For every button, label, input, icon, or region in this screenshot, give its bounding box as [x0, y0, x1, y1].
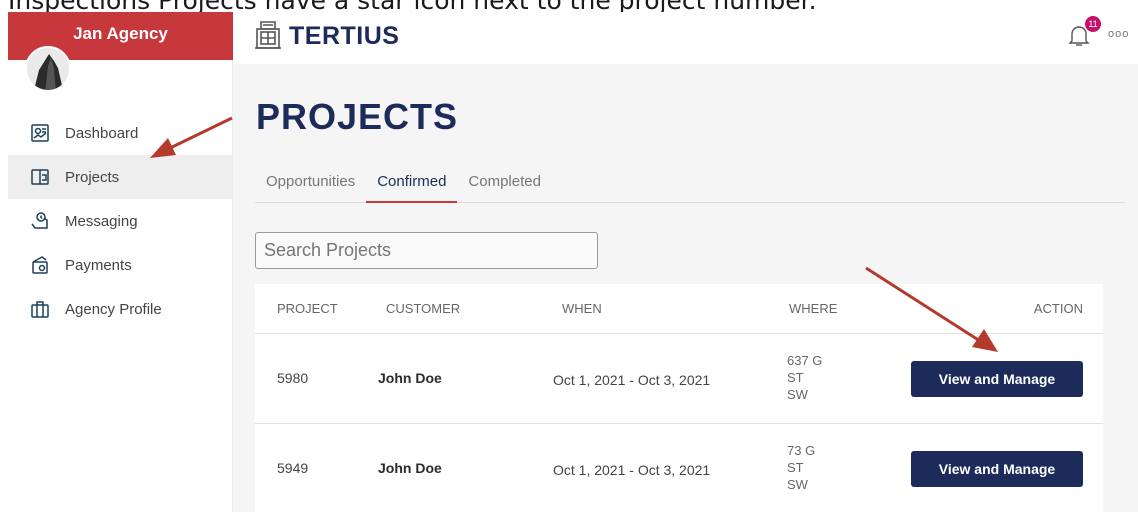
more-options-button[interactable]: ooo — [1108, 28, 1129, 40]
page-title: PROJECTS — [256, 96, 459, 137]
location-line: SW — [787, 477, 808, 492]
messaging-icon — [30, 211, 50, 231]
sidebar-item-payments[interactable]: Payments — [8, 243, 233, 287]
column-header-customer: CUSTOMER — [386, 301, 461, 316]
sidebar-item-label: Messaging — [65, 212, 138, 230]
location-line: 637 G — [787, 353, 823, 368]
location-line: ST — [787, 370, 804, 385]
sidebar-nav: Dashboard Projects Messaging Payments Ag… — [8, 111, 233, 331]
sidebar-item-agency-profile[interactable]: Agency Profile — [8, 287, 233, 331]
location-line: SW — [787, 387, 808, 402]
notification-badge: 11 — [1085, 16, 1101, 32]
sidebar-item-label: Agency Profile — [65, 300, 162, 318]
sidebar-item-label: Dashboard — [65, 124, 139, 142]
tab-completed[interactable]: Completed — [457, 167, 552, 203]
sidebar-item-dashboard[interactable]: Dashboard — [8, 111, 233, 155]
column-header-project: PROJECT — [277, 301, 338, 316]
table-header: PROJECT CUSTOMER WHEN WHERE ACTION — [255, 284, 1103, 334]
project-location: 637 G ST SW — [787, 352, 822, 403]
project-dates: Oct 1, 2021 - Oct 3, 2021 — [553, 372, 711, 388]
sidebar: Jan Agency Dashboard Projects Messaging … — [8, 12, 233, 512]
customer-name: John Doe — [378, 460, 442, 476]
column-header-where: WHERE — [789, 301, 838, 316]
view-and-manage-button[interactable]: View and Manage — [911, 451, 1083, 487]
logo-text: TERTIUS — [289, 21, 400, 50]
top-bar: TERTIUS 11 ooo — [233, 12, 1138, 64]
location-line: ST — [787, 460, 804, 475]
project-number: 5949 — [277, 460, 309, 476]
tab-opportunities[interactable]: Opportunities — [255, 167, 366, 203]
sidebar-item-projects[interactable]: Projects — [8, 155, 233, 199]
location-line: 73 G — [787, 443, 816, 458]
payments-icon — [30, 255, 50, 275]
table-row: 5980 John Doe Oct 1, 2021 - Oct 3, 2021 … — [255, 334, 1103, 424]
building-icon — [255, 21, 281, 49]
agency-name: Jan Agency — [73, 24, 168, 43]
project-number: 5980 — [277, 370, 309, 386]
main-content: PROJECTS Opportunities Confirmed Complet… — [233, 64, 1138, 512]
logo[interactable]: TERTIUS — [253, 20, 399, 52]
dashboard-icon — [30, 123, 50, 143]
projects-icon — [30, 167, 50, 187]
sidebar-item-label: Projects — [65, 168, 120, 186]
sidebar-item-label: Payments — [65, 256, 132, 274]
projects-table: PROJECT CUSTOMER WHEN WHERE ACTION 5980 … — [255, 284, 1103, 512]
tab-confirmed[interactable]: Confirmed — [366, 167, 458, 203]
column-header-action: ACTION — [1033, 301, 1083, 316]
project-dates: Oct 1, 2021 - Oct 3, 2021 — [553, 462, 711, 478]
project-location: 73 G ST SW — [787, 442, 815, 493]
avatar[interactable] — [25, 46, 71, 92]
project-tabs: Opportunities Confirmed Completed — [255, 167, 1125, 203]
agency-profile-icon — [30, 299, 50, 319]
view-and-manage-button[interactable]: View and Manage — [911, 361, 1083, 397]
search-projects-input[interactable] — [255, 232, 598, 269]
customer-name: John Doe — [378, 370, 442, 386]
column-header-when: WHEN — [562, 301, 602, 316]
table-row: 5949 John Doe Oct 1, 2021 - Oct 3, 2021 … — [255, 424, 1103, 512]
sidebar-item-messaging[interactable]: Messaging — [8, 199, 233, 243]
